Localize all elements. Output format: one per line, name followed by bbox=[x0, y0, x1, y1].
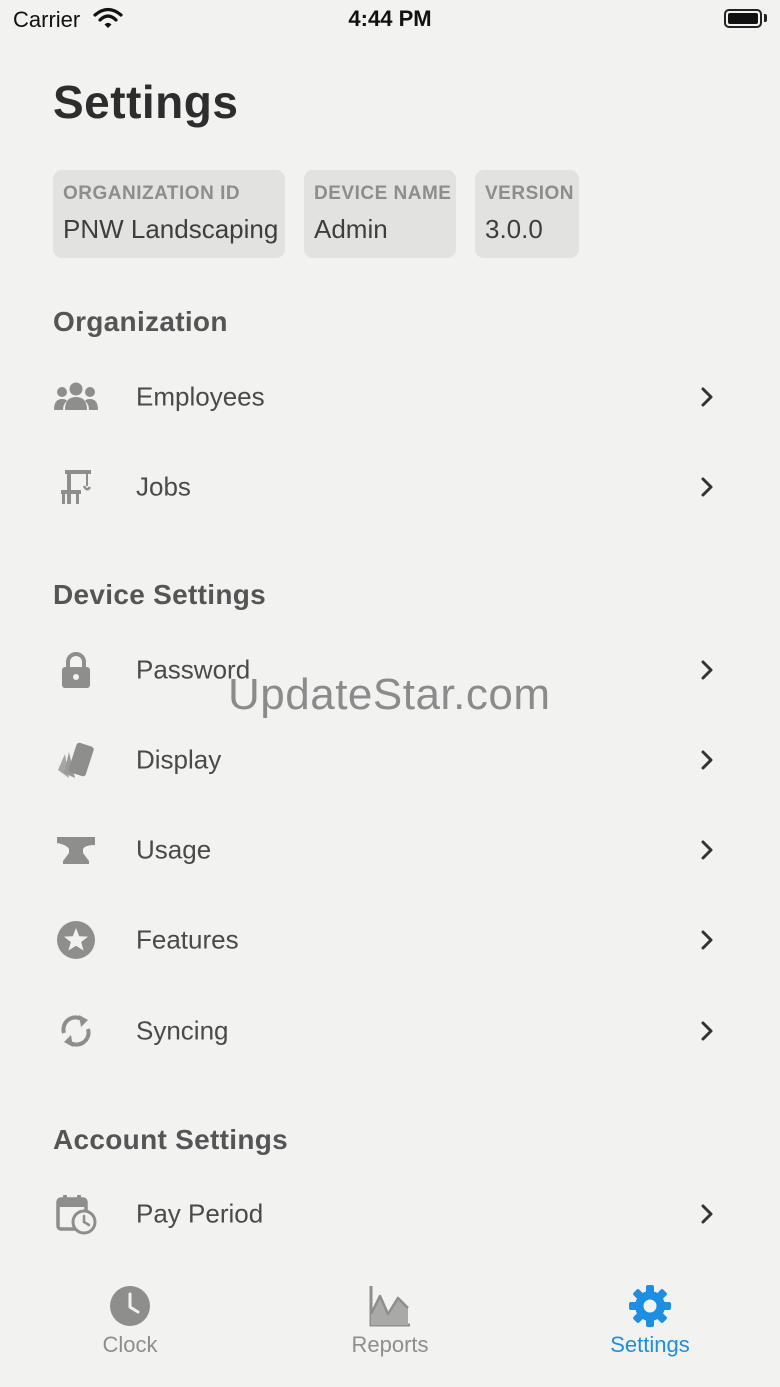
anvil-icon bbox=[53, 827, 99, 873]
star-circle-icon bbox=[53, 917, 99, 963]
settings-row-usage[interactable]: Usage bbox=[0, 815, 780, 885]
chevron-right-icon bbox=[701, 840, 713, 860]
section-heading-device-settings: Device Settings bbox=[53, 579, 267, 610]
users-icon bbox=[53, 374, 99, 420]
tab-label: Clock bbox=[102, 1332, 158, 1357]
status-bar: Carrier 4:44 PM bbox=[0, 0, 780, 40]
organization-id-card: ORGANIZATION ID PNW Landscaping bbox=[53, 170, 285, 258]
sync-icon bbox=[53, 1008, 99, 1054]
chevron-right-icon bbox=[701, 750, 713, 770]
info-card-value: 3.0.0 bbox=[485, 214, 543, 244]
device-name-card: DEVICE NAME Admin bbox=[304, 170, 456, 258]
info-card-value: PNW Landscaping bbox=[63, 214, 279, 244]
tab-label: Settings bbox=[610, 1332, 690, 1357]
version-card: VERSION 3.0.0 bbox=[475, 170, 579, 258]
battery-cap bbox=[764, 14, 767, 22]
swatch-icon bbox=[53, 737, 99, 783]
info-card-label: ORGANIZATION ID bbox=[63, 183, 241, 204]
row-label: Features bbox=[136, 924, 239, 955]
tab-settings[interactable]: Settings bbox=[520, 1266, 780, 1387]
chevron-right-icon bbox=[701, 1204, 713, 1224]
chevron-right-icon bbox=[701, 1021, 713, 1041]
section-heading-account-settings: Account Settings bbox=[53, 1124, 289, 1155]
settings-row-display[interactable]: Display bbox=[0, 725, 780, 795]
lock-icon bbox=[53, 647, 99, 693]
chevron-right-icon bbox=[701, 387, 713, 407]
tab-bar: Clock Reports Settings bbox=[0, 1266, 780, 1387]
row-label: Jobs bbox=[136, 471, 191, 502]
settings-row-employees[interactable]: Employees bbox=[0, 362, 780, 432]
row-label: Pay Period bbox=[136, 1198, 264, 1229]
tab-reports[interactable]: Reports bbox=[260, 1266, 520, 1387]
settings-row-features[interactable]: Features bbox=[0, 905, 780, 975]
settings-row-jobs[interactable]: Jobs bbox=[0, 452, 780, 522]
tab-label: Reports bbox=[351, 1332, 429, 1357]
info-card-label: DEVICE NAME bbox=[314, 183, 452, 204]
page-title: Settings bbox=[53, 76, 239, 128]
row-label: Employees bbox=[136, 381, 265, 412]
status-time: 4:44 PM bbox=[348, 6, 432, 31]
info-card-label: VERSION bbox=[485, 183, 575, 204]
battery-icon bbox=[724, 9, 762, 28]
chevron-right-icon bbox=[701, 660, 713, 680]
tab-clock[interactable]: Clock bbox=[0, 1266, 260, 1387]
row-label: Display bbox=[136, 744, 222, 775]
calendar-clock-icon bbox=[53, 1191, 99, 1237]
section-heading-organization: Organization bbox=[53, 306, 228, 337]
chart-icon bbox=[369, 1286, 410, 1327]
chevron-right-icon bbox=[701, 930, 713, 950]
gear-icon bbox=[629, 1285, 671, 1327]
crane-icon bbox=[53, 464, 99, 510]
settings-row-syncing[interactable]: Syncing bbox=[0, 996, 780, 1066]
row-label: Syncing bbox=[136, 1015, 229, 1046]
chevron-right-icon bbox=[701, 477, 713, 497]
watermark: UpdateStar.com bbox=[228, 670, 551, 719]
clock-icon bbox=[110, 1286, 150, 1326]
info-card-value: Admin bbox=[314, 214, 388, 244]
settings-row-pay-period[interactable]: Pay Period bbox=[0, 1179, 780, 1249]
row-label: Usage bbox=[136, 834, 212, 865]
